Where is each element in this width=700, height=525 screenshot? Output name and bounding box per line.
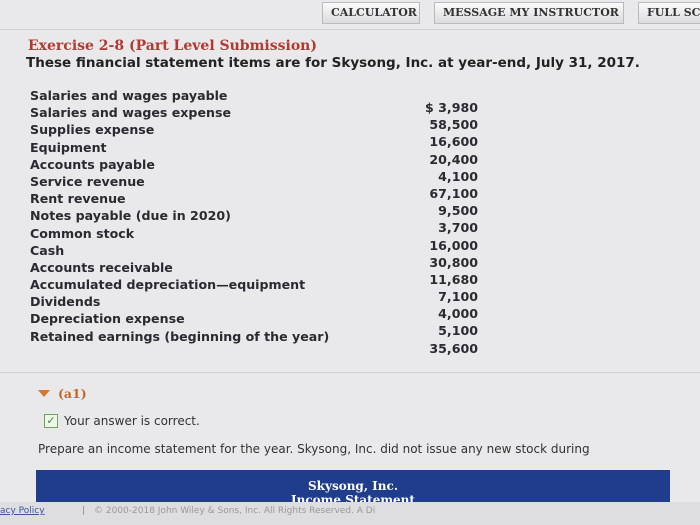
footer-separator: | [82, 506, 86, 516]
item-label: Accumulated depreciation—equipment [30, 277, 306, 293]
privacy-policy-link[interactable]: acy Policy [0, 506, 45, 516]
triangle-down-icon [38, 390, 50, 397]
item-value: 35,600 [429, 340, 478, 356]
copyright-text: © 2000-2018 John Wiley & Sons, Inc. All … [94, 506, 376, 516]
top-toolbar: CALCULATOR MESSAGE MY INSTRUCTOR FULL SC [0, 0, 700, 30]
item-label: Dividends [30, 294, 101, 310]
statement-company: Skysong, Inc. [307, 479, 398, 493]
item-value: 4,100 [438, 168, 478, 184]
item-value: 7,100 [438, 289, 478, 305]
item-label: Retained earnings (beginning of the year… [30, 328, 330, 344]
answer-status: ✓ Your answer is correct. [44, 414, 200, 428]
item-label: Depreciation expense [30, 311, 185, 327]
item-value: 16,000 [429, 237, 478, 253]
item-value: $ 3,980 [425, 100, 478, 115]
item-label: Salaries and wages expense [30, 105, 231, 121]
item-label: Accounts payable [30, 156, 155, 172]
item-label: Service revenue [30, 173, 145, 189]
item-value: 16,600 [429, 134, 478, 150]
item-value: 4,000 [438, 306, 478, 322]
message-instructor-button[interactable]: MESSAGE MY INSTRUCTOR [434, 2, 624, 24]
item-label: Salaries and wages payable [30, 88, 228, 103]
item-value: 5,100 [438, 323, 478, 339]
item-label: Equipment [30, 139, 107, 155]
item-values-list: $ 3,980 58,500 16,600 20,400 4,100 67,100 9,50… [390, 100, 478, 358]
item-label: Supplies expense [30, 122, 155, 138]
exercise-title: Exercise 2-8 (Part Level Submission) [28, 38, 317, 54]
item-value: 20,400 [429, 151, 478, 167]
exercise-subtitle: These financial statement items are for … [26, 55, 640, 71]
item-value: 30,800 [429, 254, 478, 270]
page-footer: acy Policy | © 2000-2018 John Wiley & So… [0, 502, 700, 525]
toolbar-divider [0, 29, 700, 30]
item-label: Cash [30, 242, 65, 258]
item-label: Accounts receivable [30, 259, 173, 275]
checkmark-icon: ✓ [44, 414, 58, 428]
item-label: Common stock [30, 225, 135, 241]
answer-status-text: Your answer is correct. [64, 414, 200, 428]
calculator-button[interactable]: CALCULATOR [322, 2, 420, 24]
item-value: 58,500 [429, 117, 478, 133]
full-screen-button[interactable]: FULL SC [638, 2, 700, 24]
section-divider [0, 372, 700, 373]
item-value: 9,500 [438, 203, 478, 219]
question-prompt: Prepare an income statement for the year… [38, 442, 590, 456]
item-label: Rent revenue [30, 191, 126, 207]
item-value: 3,700 [438, 220, 478, 236]
item-value: 11,680 [429, 271, 478, 287]
item-value: 67,100 [429, 185, 478, 201]
section-a1-toggle[interactable]: (a1) [38, 386, 87, 401]
section-label: (a1) [58, 386, 87, 401]
item-label: Notes payable (due in 2020) [30, 208, 231, 224]
item-labels-list: Salaries and wages payable Salaries and w… [30, 88, 360, 346]
